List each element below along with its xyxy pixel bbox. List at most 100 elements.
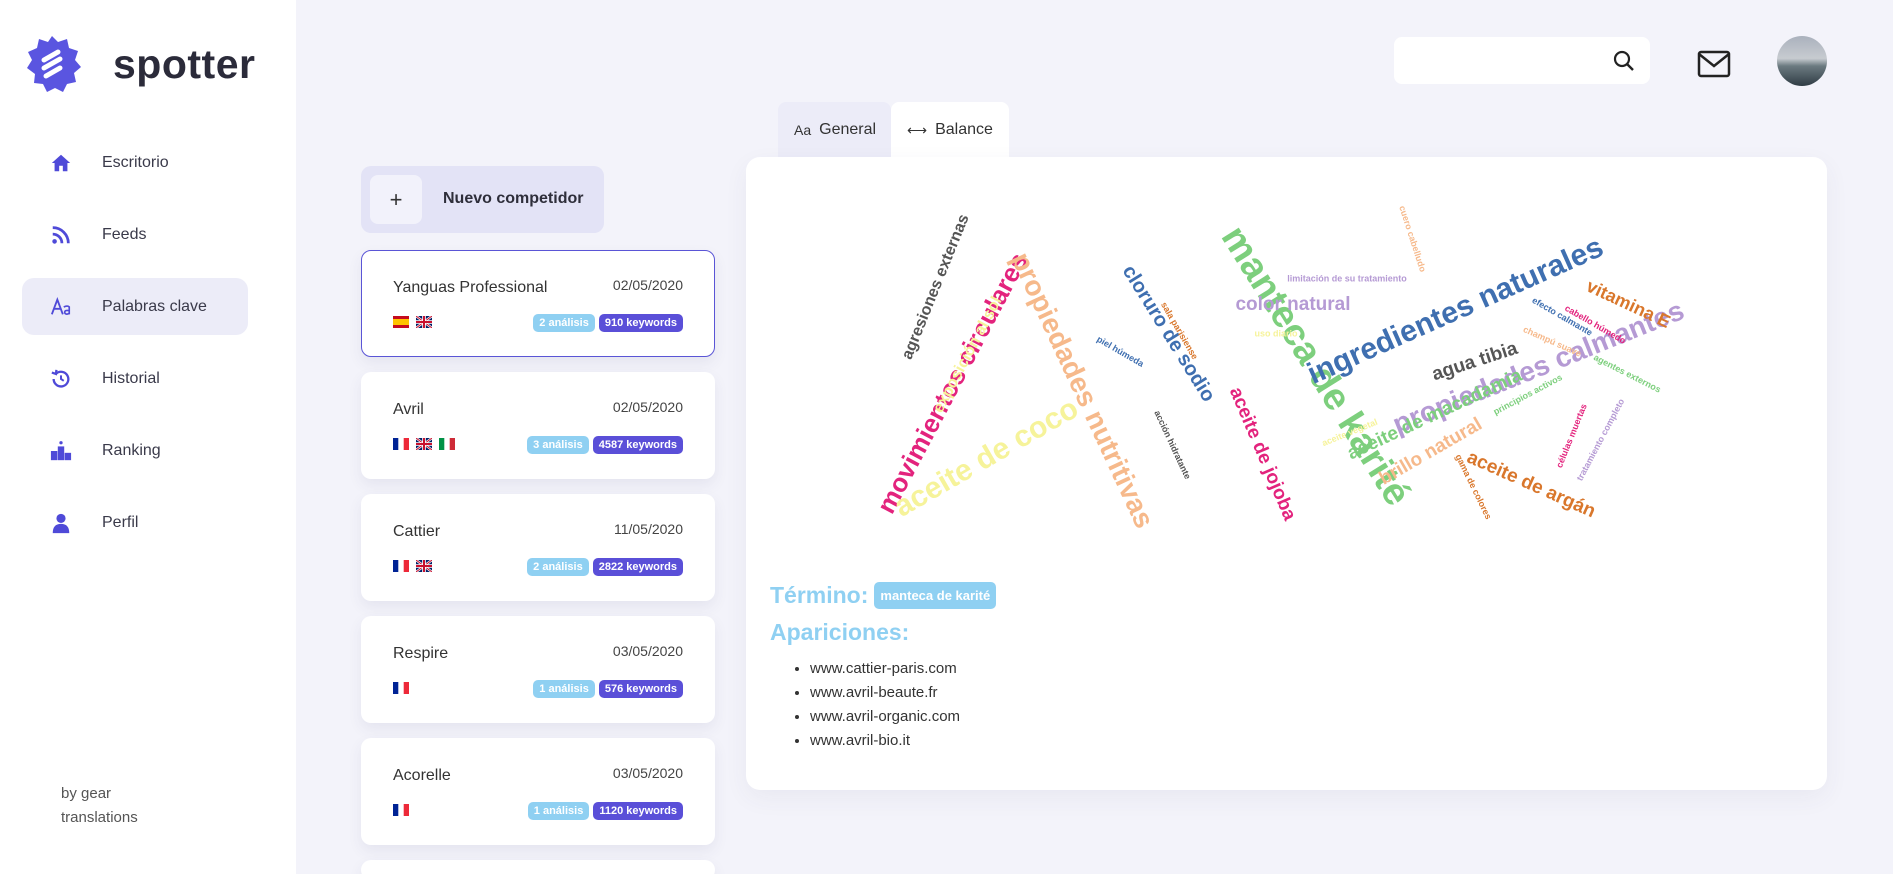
flag-fr-icon — [393, 682, 409, 694]
sidebar-item-label: Historial — [102, 369, 160, 387]
site-item[interactable]: www.avril-organic.com — [810, 705, 960, 729]
keywords-count-badge: 4587 keywords — [592, 436, 683, 454]
badges: 2 análisis 910 keywords — [533, 314, 683, 332]
badges: 3 análisis 4587 keywords — [527, 436, 683, 454]
wordcloud-term[interactable]: exposición al sol — [930, 294, 1006, 416]
sidebar-item-label: Feeds — [102, 225, 147, 243]
search-input[interactable] — [1394, 37, 1650, 84]
wordcloud-term[interactable]: limitación de su tratamiento — [1287, 273, 1407, 283]
flag-fr-icon — [393, 560, 409, 572]
sidebar-nav: Escritorio Feeds Palabras clave Historia… — [22, 134, 248, 566]
analysis-count-badge: 2 análisis — [533, 314, 595, 332]
rss-icon — [50, 224, 72, 246]
competitor-list: Yanguas Professional 02/05/2020 2 análisis… — [361, 250, 715, 874]
avatar[interactable] — [1777, 36, 1827, 86]
term-row: Término: manteca de karité — [770, 582, 997, 609]
flag-gb-icon — [416, 316, 432, 328]
wordcloud-term[interactable]: piel húmeda — [1095, 334, 1146, 369]
sidebar-item-label: Perfil — [102, 513, 139, 531]
language-flags — [393, 316, 432, 328]
competitor-card[interactable]: Cattier 11/05/2020 2 análisis 2822 keywords — [361, 494, 715, 601]
keywords-count-badge: 910 keywords — [598, 314, 683, 332]
app-name: spotter — [113, 40, 256, 87]
competitor-date: 02/05/2020 — [612, 277, 683, 293]
analysis-count-badge: 1 análisis — [533, 680, 595, 698]
wordcloud-term[interactable]: agentes externos — [1592, 352, 1663, 395]
plus-icon: + — [370, 175, 422, 224]
badges: 1 análisis 1120 keywords — [527, 802, 683, 820]
new-competitor-label: Nuevo competidor — [443, 190, 584, 207]
term-chip[interactable]: manteca de karité — [874, 582, 997, 609]
sidebar-item-ranking[interactable]: Ranking — [22, 422, 248, 479]
wordcloud-term[interactable]: aceite de jojoba — [1225, 384, 1300, 524]
competitor-name: Acorelle — [393, 767, 451, 784]
competitor-card[interactable]: Yanguas Professional 02/05/2020 2 análisis… — [361, 250, 715, 357]
tab-balance[interactable]: ⟷ Balance — [891, 102, 1009, 158]
new-competitor-button[interactable]: + Nuevo competidor — [361, 166, 604, 233]
analysis-count-badge: 3 análisis — [527, 436, 589, 454]
sidebar-item-historial[interactable]: Historial — [22, 350, 248, 407]
analysis-count-badge: 2 análisis — [527, 558, 589, 576]
competitor-date: 11/05/2020 — [613, 521, 683, 537]
competitor-card[interactable]: Avril 02/05/2020 3 análisis 4587 keywords — [361, 372, 715, 479]
word-cloud: manteca de karitéingredientes naturalesp… — [871, 204, 1689, 532]
credit-text[interactable]: by gear translations — [61, 782, 171, 830]
language-flags — [393, 682, 409, 694]
wordcloud-term[interactable]: acción hidratante — [1152, 409, 1193, 481]
keyword-panel: manteca de karité ingredientes naturales p… — [746, 157, 1827, 790]
search-icon[interactable] — [1612, 49, 1636, 73]
competitor-card[interactable]: Acorelle 03/05/2020 1 análisis 1120 keyword… — [361, 738, 715, 845]
tab-general[interactable]: Aa General — [778, 102, 891, 158]
competitor-date: 02/05/2020 — [612, 399, 683, 415]
site-item[interactable]: www.avril-beaute.fr — [810, 681, 960, 705]
arrows-horizontal-icon: ⟷ — [907, 121, 928, 138]
site-item[interactable]: www.cattier-paris.com — [810, 657, 960, 681]
competitor-card[interactable] — [361, 860, 715, 874]
language-flags — [393, 438, 455, 450]
user-icon — [50, 512, 72, 534]
text-aa-icon — [50, 296, 72, 318]
app-logo[interactable]: spotter — [22, 34, 255, 94]
competitor-date: 03/05/2020 — [612, 643, 683, 659]
language-flags — [393, 560, 432, 572]
competitor-card[interactable]: Respire 03/05/2020 1 análisis 576 keywords — [361, 616, 715, 723]
keywords-count-badge: 1120 keywords — [593, 802, 683, 820]
wordcloud-term[interactable]: cuero cabelludo — [1397, 204, 1428, 273]
language-flags — [393, 804, 409, 816]
competitor-name: Cattier — [393, 523, 441, 540]
sidebar-item-perfil[interactable]: Perfil — [22, 494, 248, 551]
competitor-name: Yanguas Professional — [393, 279, 548, 296]
wordcloud-term[interactable]: color natural — [1235, 294, 1350, 315]
analysis-count-badge: 1 análisis — [527, 802, 590, 820]
site-item[interactable]: www.avril-bio.it — [810, 729, 960, 753]
competitor-name: Avril — [393, 401, 424, 418]
keywords-count-badge: 2822 keywords — [592, 558, 683, 576]
flag-es-icon — [393, 316, 409, 328]
tab-label: General — [819, 121, 877, 138]
view-tabs: Aa General ⟷ Balance — [778, 102, 1009, 158]
flag-fr-icon — [393, 804, 409, 816]
tab-label: Balance — [935, 121, 993, 138]
text-aa-icon: Aa — [794, 122, 812, 138]
competitor-name: Respire — [393, 645, 449, 662]
term-label: Término: — [770, 582, 869, 608]
sidebar-item-label: Ranking — [102, 441, 161, 459]
podium-icon — [50, 440, 72, 462]
flag-gb-icon — [416, 560, 432, 572]
apariciones-label: Apariciones: — [770, 619, 910, 645]
sidebar-item-palabras-clave[interactable]: Palabras clave — [22, 278, 248, 335]
sidebar-item-label: Palabras clave — [102, 297, 207, 315]
badges: 2 análisis 2822 keywords — [527, 558, 683, 576]
history-icon — [50, 368, 72, 390]
flag-it-icon — [439, 438, 455, 450]
home-icon — [50, 152, 72, 174]
sidebar-item-feeds[interactable]: Feeds — [22, 206, 248, 263]
wordcloud-term[interactable]: uso diario — [1254, 328, 1298, 338]
badges: 1 análisis 576 keywords — [533, 680, 683, 698]
sidebar-item-escritorio[interactable]: Escritorio — [22, 134, 248, 191]
wordcloud-term[interactable]: cloruro de sodio — [1118, 261, 1220, 406]
spotter-logo-icon — [27, 36, 81, 92]
sidebar-item-label: Escritorio — [102, 153, 169, 171]
keywords-count-badge: 576 keywords — [598, 680, 683, 698]
mail-icon[interactable] — [1697, 50, 1731, 78]
